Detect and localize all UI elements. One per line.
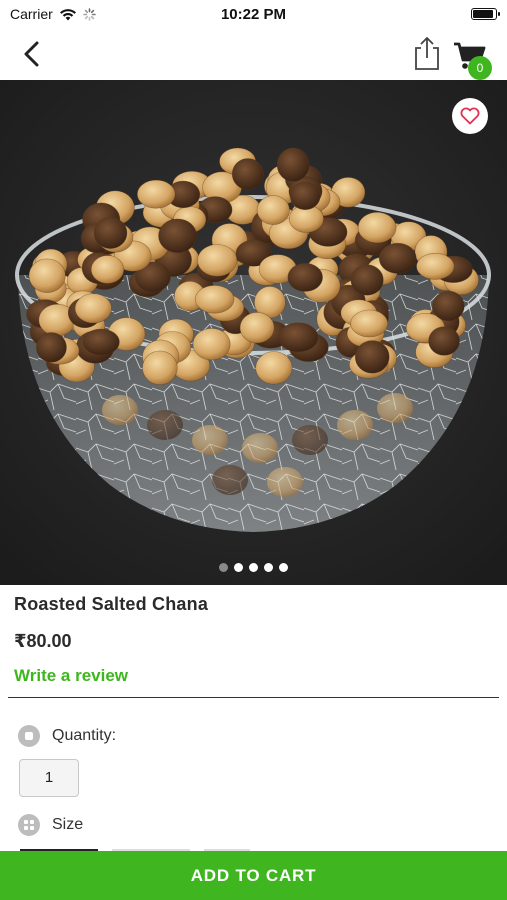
heart-icon bbox=[460, 107, 480, 125]
quantity-option-row: Quantity: bbox=[18, 725, 116, 747]
write-review-link[interactable]: Write a review bbox=[14, 666, 128, 686]
wishlist-button[interactable] bbox=[452, 98, 488, 134]
cart-count-badge: 0 bbox=[468, 56, 492, 80]
pager-dot[interactable] bbox=[219, 563, 228, 572]
add-to-cart-button[interactable]: ADD TO CART bbox=[0, 851, 507, 900]
product-photo bbox=[0, 80, 507, 585]
status-bar: Carrier 10:22 PM bbox=[0, 0, 507, 28]
back-button[interactable] bbox=[14, 36, 50, 72]
share-button[interactable] bbox=[410, 34, 444, 72]
image-pager bbox=[0, 563, 507, 572]
pager-dot[interactable] bbox=[264, 563, 273, 572]
back-chevron-icon bbox=[24, 41, 39, 67]
quantity-label: Quantity: bbox=[52, 727, 117, 744]
quantity-input[interactable]: 1 bbox=[19, 759, 79, 797]
product-title: Roasted Salted Chana bbox=[14, 594, 209, 614]
quantity-icon bbox=[18, 725, 40, 747]
pager-dot[interactable] bbox=[279, 563, 288, 572]
share-icon bbox=[415, 37, 439, 70]
grid-icon bbox=[18, 814, 40, 836]
battery-icon bbox=[471, 8, 500, 20]
nav-bar: 0 bbox=[0, 28, 507, 80]
pager-dot[interactable] bbox=[234, 563, 243, 572]
pager-dot[interactable] bbox=[249, 563, 258, 572]
size-option-row: Size bbox=[18, 814, 83, 836]
divider bbox=[8, 697, 499, 698]
battery-fill bbox=[473, 10, 493, 18]
size-label: Size bbox=[52, 816, 84, 833]
status-time: 10:22 PM bbox=[220, 6, 287, 23]
product-image-gallery[interactable] bbox=[0, 80, 507, 585]
product-price: ₹80.00 bbox=[14, 631, 72, 651]
